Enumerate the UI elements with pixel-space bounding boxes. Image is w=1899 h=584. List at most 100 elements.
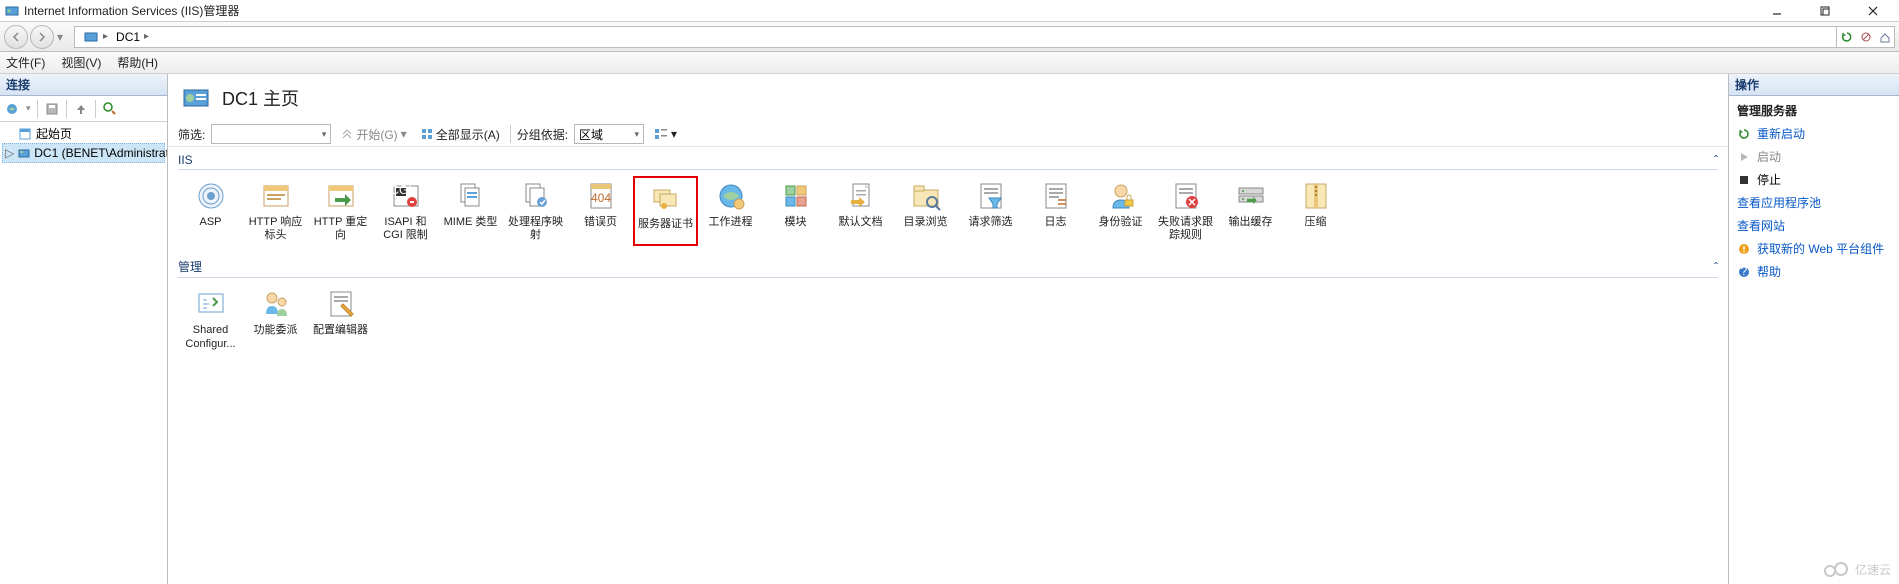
action-stop[interactable]: 停止 xyxy=(1737,171,1891,188)
refresh-all-icon[interactable] xyxy=(1839,29,1855,45)
feature-config-editor-label: 配置编辑器 xyxy=(313,324,368,337)
nav-bar: ▾ ▸ DC1 ▸ xyxy=(0,22,1899,52)
action-restart[interactable]: 重新启动 xyxy=(1737,125,1891,142)
filter-showall-button[interactable]: 全部显示(A) xyxy=(417,124,504,144)
breadcrumb-node[interactable]: DC1 ▸ xyxy=(112,30,153,44)
feature-output-cache[interactable]: 输出缓存 xyxy=(1218,176,1283,246)
filter-label: 筛选: xyxy=(178,126,205,143)
nav-tools xyxy=(1837,26,1895,48)
group-header-mgmt[interactable]: 管理 ˆ xyxy=(178,256,1718,278)
feature-error-pages[interactable]: 404错误页 xyxy=(568,176,633,246)
groupby-value: 区域 xyxy=(579,126,603,143)
home-icon[interactable] xyxy=(1877,29,1893,45)
tree-start-page[interactable]: 起始页 xyxy=(2,124,165,143)
feature-dir-browse-label: 目录浏览 xyxy=(904,216,948,229)
group-header-iis[interactable]: IIS ˆ xyxy=(178,151,1718,170)
feature-logging[interactable]: 日志 xyxy=(1023,176,1088,246)
feature-http-response-label: HTTP 响应标头 xyxy=(245,216,306,242)
menu-file[interactable]: 文件(F) xyxy=(6,54,45,71)
window-controls xyxy=(1763,2,1895,20)
watermark: 亿速云 xyxy=(1823,560,1891,578)
refresh-icon[interactable] xyxy=(102,101,118,117)
menu-help[interactable]: 帮助(H) xyxy=(117,54,158,71)
save-icon[interactable] xyxy=(44,101,60,117)
filter-bar: 筛选: ▾ 开始(G) ▾ 全部显示(A) 分组依据: 区域▾ ▾ xyxy=(168,122,1728,147)
feature-modules-label: 模块 xyxy=(785,216,807,229)
action-view-app-pools[interactable]: 查看应用程序池 xyxy=(1737,194,1891,211)
worker-icon xyxy=(715,180,747,212)
feature-auth[interactable]: 身份验证 xyxy=(1088,176,1153,246)
feature-http-response[interactable]: HTTP 响应标头 xyxy=(243,176,308,246)
filter-start-button[interactable]: 开始(G) ▾ xyxy=(337,124,410,144)
handler-icon xyxy=(520,180,552,212)
nav-back-button[interactable] xyxy=(4,25,28,49)
group-header-mgmt-label: 管理 xyxy=(178,258,202,275)
connect-icon[interactable] xyxy=(4,101,20,117)
tree-server[interactable]: ▷ DC1 (BENET\Administrator xyxy=(2,143,165,163)
action-help-label: 帮助 xyxy=(1757,263,1781,280)
feature-mime[interactable]: MIME 类型 xyxy=(438,176,503,246)
feature-asp[interactable]: ASP xyxy=(178,176,243,246)
default-doc-icon xyxy=(845,180,877,212)
action-get-wpi[interactable]: 获取新的 Web 平台组件 xyxy=(1737,240,1891,257)
feature-dir-browse[interactable]: 目录浏览 xyxy=(893,176,958,246)
menu-bar: 文件(F) 视图(V) 帮助(H) xyxy=(0,52,1899,74)
collapse-icon[interactable]: ˆ xyxy=(1714,153,1718,167)
req-filter-icon xyxy=(975,180,1007,212)
compress-icon xyxy=(1300,180,1332,212)
feature-http-redirect[interactable]: HTTP 重定向 xyxy=(308,176,373,246)
action-help[interactable]: ? 帮助 xyxy=(1737,263,1891,280)
feature-isapi-cgi[interactable]: CGIISAPI 和 CGI 限制 xyxy=(373,176,438,246)
watermark-text: 亿速云 xyxy=(1855,561,1891,578)
feature-worker[interactable]: 工作进程 xyxy=(698,176,763,246)
nav-history-dropdown[interactable]: ▾ xyxy=(54,30,66,44)
connect-dropdown[interactable]: ▾ xyxy=(26,103,31,114)
collapse-icon[interactable]: ˆ xyxy=(1714,260,1718,274)
tree-toggle-icon[interactable]: ▷ xyxy=(5,146,14,160)
up-icon[interactable] xyxy=(73,101,89,117)
menu-view[interactable]: 视图(V) xyxy=(61,54,101,71)
close-button[interactable] xyxy=(1859,2,1887,20)
feature-shared-config[interactable]: Shared Configur... xyxy=(178,284,243,354)
nav-forward-button[interactable] xyxy=(30,25,54,49)
mgmt-icon-grid: Shared Configur...功能委派配置编辑器 xyxy=(178,284,1718,354)
connections-header: 连接 xyxy=(0,74,167,96)
feature-failed-req[interactable]: 失败请求跟踪规则 xyxy=(1153,176,1218,246)
view-mode-button[interactable]: ▾ xyxy=(650,124,681,144)
main-header: DC1 主页 xyxy=(168,74,1728,122)
feature-handler[interactable]: 处理程序映射 xyxy=(503,176,568,246)
actions-list: 管理服务器 重新启动 启动 停止 查看应用程序池 查看网站 获取新的 Web xyxy=(1729,96,1899,286)
action-view-sites[interactable]: 查看网站 xyxy=(1737,217,1891,234)
config-editor-icon xyxy=(325,288,357,320)
groupby-select[interactable]: 区域▾ xyxy=(574,124,644,144)
feature-delegation[interactable]: 功能委派 xyxy=(243,284,308,354)
feature-mime-label: MIME 类型 xyxy=(444,216,498,229)
feature-config-editor[interactable]: 配置编辑器 xyxy=(308,284,373,354)
feature-shared-config-label: Shared Configur... xyxy=(180,324,241,350)
filter-input[interactable]: ▾ xyxy=(211,124,331,144)
feature-server-cert[interactable]: 服务器证书 xyxy=(633,176,698,246)
feature-compress[interactable]: 压缩 xyxy=(1283,176,1348,246)
feature-asp-label: ASP xyxy=(199,216,221,229)
title-bar: Internet Information Services (IIS)管理器 xyxy=(0,0,1899,22)
page-title: DC1 主页 xyxy=(222,85,299,111)
breadcrumb-root[interactable]: ▸ xyxy=(79,29,112,45)
server-large-icon xyxy=(180,82,212,114)
actions-panel: 操作 管理服务器 重新启动 启动 停止 查看应用程序池 查看网站 xyxy=(1729,74,1899,584)
action-start: 启动 xyxy=(1737,148,1891,165)
stop-icon xyxy=(1737,173,1751,187)
feature-modules[interactable]: 模块 xyxy=(763,176,828,246)
minimize-button[interactable] xyxy=(1763,2,1791,20)
modules-icon xyxy=(780,180,812,212)
actions-header: 操作 xyxy=(1729,74,1899,96)
maximize-button[interactable] xyxy=(1811,2,1839,20)
feature-server-cert-label: 服务器证书 xyxy=(638,218,693,231)
feature-req-filter-label: 请求筛选 xyxy=(969,216,1013,229)
http-redirect-icon xyxy=(325,180,357,212)
server-icon xyxy=(17,145,31,161)
server-cert-icon xyxy=(650,182,682,214)
feature-req-filter[interactable]: 请求筛选 xyxy=(958,176,1023,246)
stop-all-icon[interactable] xyxy=(1858,29,1874,45)
feature-default-doc[interactable]: 默认文档 xyxy=(828,176,893,246)
breadcrumb-bar[interactable]: ▸ DC1 ▸ xyxy=(74,26,1837,48)
